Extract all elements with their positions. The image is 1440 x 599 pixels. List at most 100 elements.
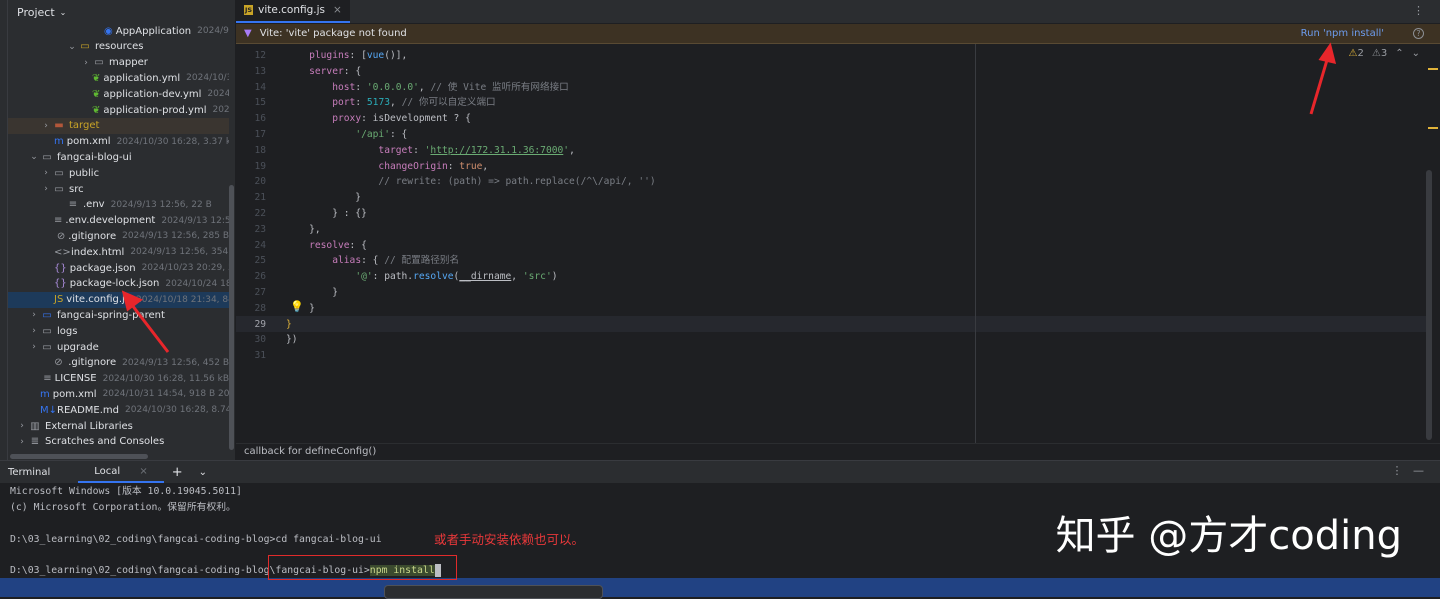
code-line[interactable]: host: '0.0.0.0', // 使 Vite 监听所有网络接口 [286,80,569,96]
tree-item[interactable]: › ▭ mapper [8,55,229,71]
project-hscrollbar[interactable] [10,454,148,459]
tree-item[interactable]: › ▭ upgrade [8,339,229,355]
spring-class-icon: ◉ [104,25,113,37]
chevron-up-icon[interactable]: ⌃ [1395,48,1403,59]
ignore-file-icon: ⊘ [54,357,63,369]
editor-scrollbar[interactable] [1426,170,1432,440]
code-line[interactable]: server: { [286,64,361,80]
line-number: 29 [254,318,266,330]
code-line[interactable]: // rewrite: (path) => path.replace(/^\/a… [286,174,655,190]
terminal-line: D:\03_learning\02_coding\fangcai-coding-… [10,534,382,545]
warning-marker[interactable] [1428,127,1438,129]
code-line[interactable]: proxy: isDevelopment ? { [286,111,471,127]
tree-item[interactable]: › ▬ target [8,117,229,134]
chevron-right-icon[interactable]: › [16,437,28,447]
chevron-right-icon[interactable]: › [16,421,28,431]
chevron-right-icon[interactable]: › [28,310,40,320]
scratches-icon: ≣ [30,436,40,448]
tree-item-meta: 2024/9/13 12:56, 452 B [122,357,229,368]
project-scrollbar[interactable] [229,185,234,450]
tree-item-name: External Libraries [45,420,133,432]
tree-item[interactable]: ≡ .env 2024/9/13 12:56, 22 B [8,197,229,213]
code-line[interactable]: } [286,285,338,301]
chevron-right-icon[interactable]: › [28,326,40,336]
tree-item[interactable]: › ≣ Scratches and Consoles [8,434,229,450]
tree-item[interactable]: ❦application-dev.yml 2024/10/3 [8,86,229,102]
close-icon[interactable]: × [333,4,342,16]
code-line[interactable]: resolve: { [286,238,367,254]
tree-item-meta: 2024/10/31 14:54, 918 B 2024/10/31 [102,389,229,400]
tree-item[interactable]: ⊘ .gitignore 2024/9/13 12:56, 285 B [8,228,229,244]
code-line[interactable]: '/api': { [286,127,407,143]
tree-item[interactable]: › ▭ logs [8,323,229,339]
tree-item[interactable]: › ▭ public [8,165,229,181]
tab-vite-config[interactable]: JS vite.config.js × [236,0,350,23]
project-header[interactable]: Project ⌄ [0,0,235,24]
code-line[interactable]: } [286,317,292,333]
chevron-right-icon[interactable]: › [40,168,52,178]
tree-item[interactable]: {}package.json 2024/10/23 20:29, 592 B A [8,260,229,276]
inspection-widget[interactable]: ⚠2 ⚠3 ⌃ ⌄ [1349,48,1420,59]
lightbulb-icon[interactable]: 💡 [290,300,304,313]
tree-item[interactable]: ❦application-prod.yml 2024/9/1 [8,102,229,118]
tree-item[interactable]: ❦application.yml 2024/10/30 16: [8,70,229,86]
help-icon[interactable]: ? [1413,28,1424,39]
tree-item[interactable]: <>index.html 2024/9/13 12:56, 354 B 2024/… [8,244,229,260]
code-line[interactable]: }) [286,332,298,348]
tree-item[interactable]: m pom.xml 2024/10/30 16:28, 3.37 kB [8,134,229,150]
code-line[interactable]: }, [286,222,321,238]
code-line[interactable]: } : {} [286,206,367,222]
more-icon[interactable]: ⋮ [1413,4,1424,17]
tree-item-meta: 2024/9/13 12:56, 285 B [122,231,229,242]
tree-item[interactable]: › ▭ src [8,181,229,197]
tree-item[interactable]: › ▭ fangcai-spring-parent [8,307,229,323]
code-line[interactable]: } [286,190,361,206]
module-folder-icon: ▭ [42,309,52,321]
close-icon[interactable]: × [131,466,155,477]
breadcrumb[interactable]: callback for defineConfig() [236,443,1440,460]
tree-item[interactable]: {}package-lock.json 2024/10/24 18:26, 153 [8,276,229,292]
tree-item[interactable]: ⊘ .gitignore 2024/9/13 12:56, 452 B [8,355,229,371]
warning-marker[interactable] [1428,68,1438,70]
code-line[interactable]: changeOrigin: true, [286,159,488,175]
spring-config-icon: ❦ [92,88,101,100]
tree-item[interactable]: ⌄ ▭ fangcai-blog-ui [8,149,229,165]
chevron-down-icon[interactable]: ⌄ [191,467,215,478]
code-line[interactable]: target: 'http://172.31.1.36:7000', [286,143,574,159]
code-line[interactable]: port: 5173, // 你可以自定义端口 [286,95,495,111]
notification-banner: ▼ Vite: 'vite' package not found Run 'npm … [236,24,1440,44]
chevron-right-icon[interactable]: › [40,121,52,131]
chevron-down-icon[interactable]: ⌄ [28,152,40,162]
tree-item[interactable]: ≡ LICENSE 2024/10/30 16:28, 11.56 kB [8,371,229,387]
tree-item[interactable]: ⌄ ▭ resources [8,39,229,55]
tree-item[interactable]: M↓README.md 2024/10/30 16:28, 8.74 kB [8,402,229,418]
json-file-icon: {} [54,278,67,290]
tree-item-name: Scratches and Consoles [45,436,165,448]
tree-item-name: .env.development [65,215,156,227]
tree-item[interactable]: ◉AppApplication 2024/9/13 1 [8,23,229,39]
tree-item-name: .env [83,199,105,211]
folder-excluded-icon: ▬ [54,120,64,132]
more-icon[interactable]: ⋮ — [1392,464,1425,477]
code-line[interactable]: alias: { // 配置路径别名 [286,253,459,269]
chevron-down-icon[interactable]: ⌄ [1412,48,1420,59]
tree-item[interactable]: mpom.xml 2024/10/31 14:54, 918 B 2024/10/… [8,386,229,402]
tree-item-name: fangcai-spring-parent [57,309,165,321]
tab-local[interactable]: Local × [78,461,164,483]
annotation-text: 或者手动安装依赖也可以。 [434,532,585,547]
tree-item-name: src [69,183,84,195]
run-npm-install-link[interactable]: Run 'npm install' [1301,28,1384,39]
line-number: 16 [254,113,266,125]
tree-item[interactable]: ≡.env.development 2024/9/13 12:56, 39 B [8,213,229,229]
code-line[interactable]: '@': path.resolve(__dirname, 'src') [286,269,557,285]
add-icon[interactable]: + [164,465,191,480]
warning-count: 2 [1357,48,1364,59]
chevron-down-icon[interactable]: ⌄ [66,42,78,52]
code-line[interactable]: plugins: [vue()], [286,48,407,64]
tree-item-name: logs [57,325,78,337]
chevron-right-icon[interactable]: › [28,342,40,352]
tree-item[interactable]: JSvite.config.js 2024/10/18 21:34, 843 B … [8,291,229,308]
tree-item[interactable]: › ▥ External Libraries [8,418,229,434]
chevron-right-icon[interactable]: › [40,184,52,194]
chevron-right-icon[interactable]: › [80,58,92,68]
